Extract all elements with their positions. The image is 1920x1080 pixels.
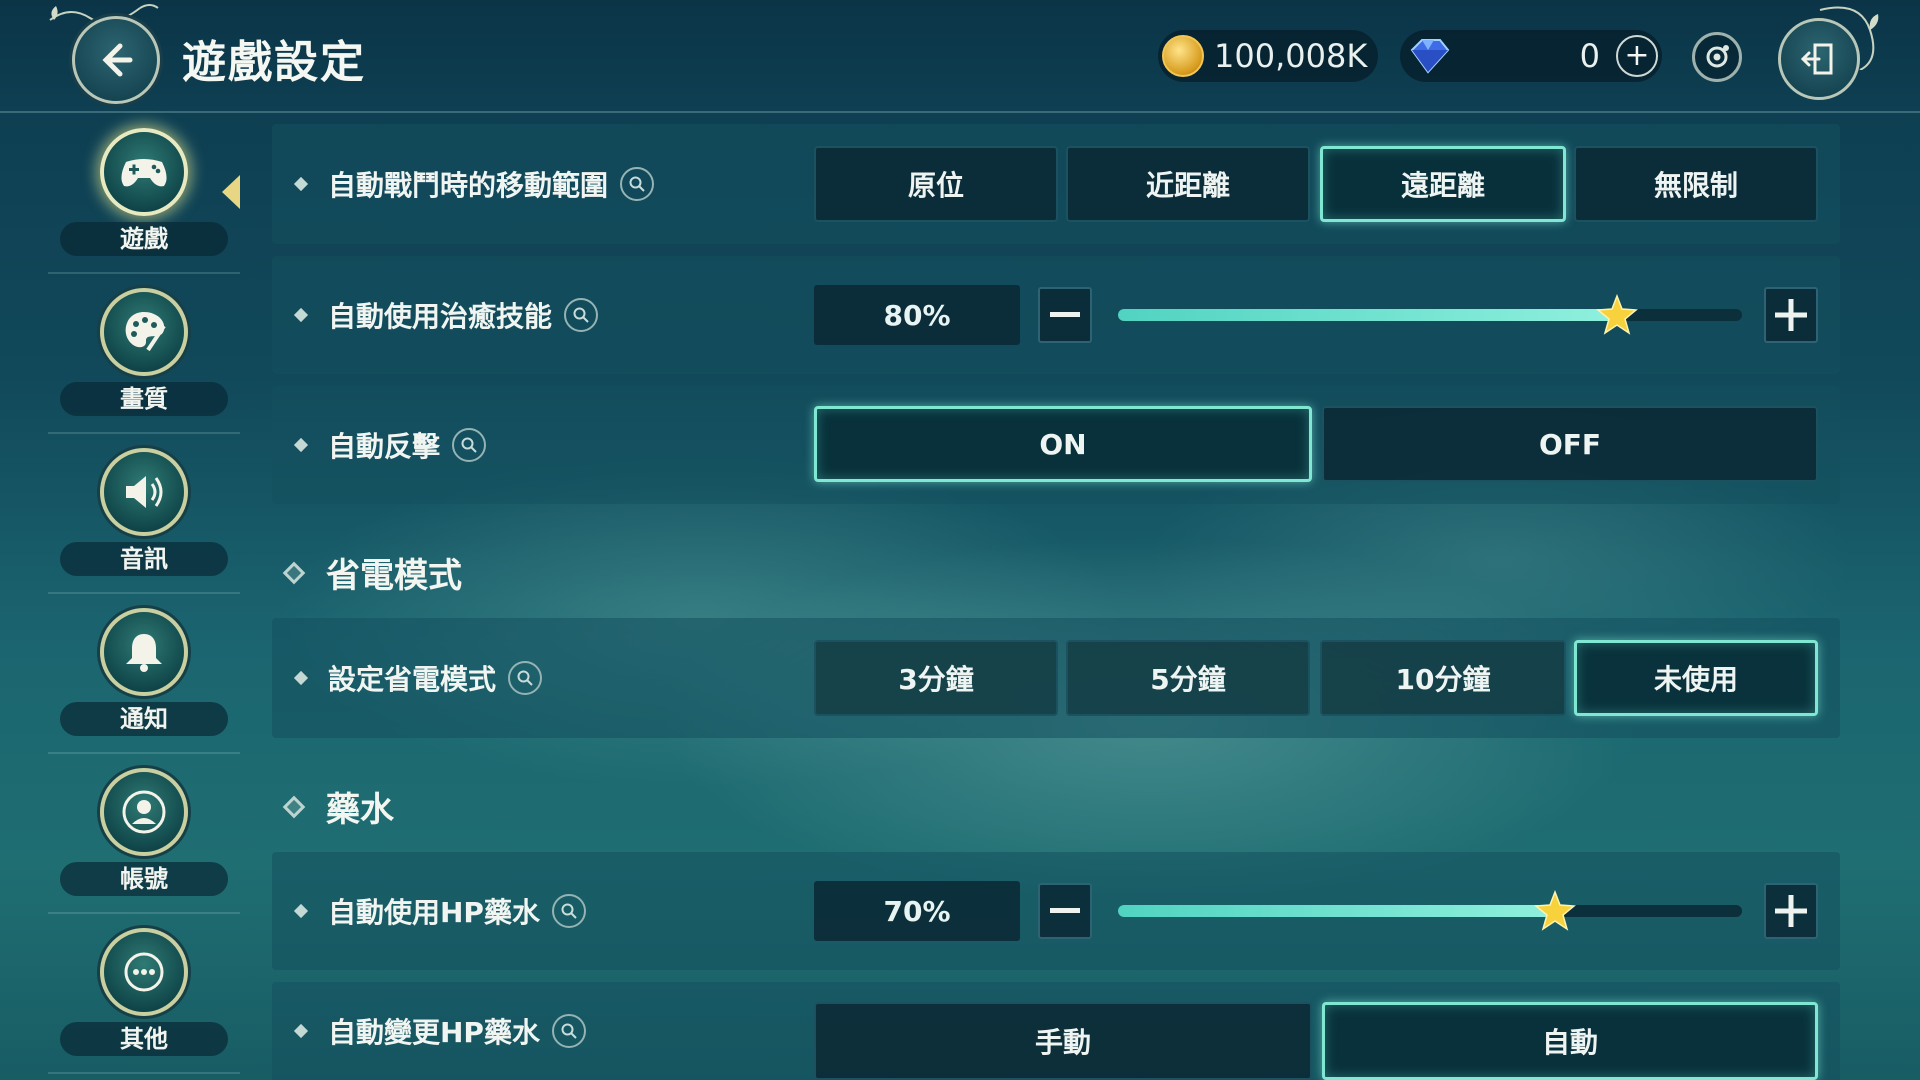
magnifier-info-icon[interactable] <box>452 428 487 462</box>
gem-amount: 0 <box>1579 37 1600 75</box>
option-near[interactable]: 近距離 <box>1066 146 1310 222</box>
setting-label: 自動戰鬥時的移動範圍 <box>328 169 609 202</box>
magnifier-info-icon[interactable] <box>551 1014 586 1048</box>
back-arrow-icon <box>102 43 133 77</box>
option-5min[interactable]: 5分鐘 <box>1066 640 1310 716</box>
plus-icon <box>1775 895 1807 927</box>
hp-value: 70% <box>814 881 1020 941</box>
setting-row-auto-heal: 自動使用治癒技能 80% <box>272 256 1840 374</box>
magnifier-info-icon[interactable] <box>564 298 599 332</box>
heal-slider-star-handle-icon[interactable] <box>1596 294 1639 336</box>
setting-row-auto-hp: 自動使用HP藥水 70% <box>272 852 1840 970</box>
sidebar-item-label: 畫質 <box>60 382 228 416</box>
sidebar: 遊戲 畫質 音訊 通知 帳號 其他 <box>48 112 240 1080</box>
more-icon <box>100 928 188 1016</box>
option-far[interactable]: 遠距離 <box>1320 146 1566 222</box>
option-10min[interactable]: 10分鐘 <box>1320 640 1566 716</box>
bullet-diamond-icon <box>293 307 309 323</box>
setting-label: 設定省電模式 <box>328 663 497 696</box>
vine-ornament-right-icon <box>1819 6 1879 70</box>
hp-increase-button[interactable] <box>1764 883 1818 939</box>
plus-icon <box>1775 299 1807 331</box>
section-title: 藥水 <box>326 790 394 830</box>
settings-gear-button[interactable] <box>1692 32 1742 82</box>
hp-slider-fill <box>1118 905 1555 917</box>
option-on[interactable]: ON <box>814 406 1312 482</box>
gear-icon <box>1706 45 1729 68</box>
heal-decrease-button[interactable] <box>1038 287 1092 343</box>
option-manual[interactable]: 手動 <box>814 1002 1312 1080</box>
bullet-diamond-icon <box>293 437 309 453</box>
bullet-diamond-icon <box>293 176 309 192</box>
setting-row-change-hp: 自動變更HP藥水 手動 自動 <box>272 982 1840 1080</box>
option-unused[interactable]: 未使用 <box>1574 640 1818 716</box>
heal-value: 80% <box>814 285 1020 345</box>
setting-label: 自動使用治癒技能 <box>328 300 553 333</box>
section-diamond-icon <box>282 795 306 818</box>
active-tab-pointer-icon <box>222 175 240 209</box>
gamepad-icon <box>100 128 188 216</box>
setting-label: 自動變更HP藥水 <box>328 1016 540 1049</box>
option-auto[interactable]: 自動 <box>1322 1002 1818 1080</box>
sidebar-item-label: 其他 <box>60 1022 228 1056</box>
setting-row-power-mode: 設定省電模式 3分鐘 5分鐘 10分鐘 未使用 <box>272 618 1840 738</box>
magnifier-info-icon[interactable] <box>551 894 586 928</box>
setting-row-counter: 自動反擊 ON OFF <box>272 386 1840 504</box>
sidebar-item-game[interactable]: 遊戲 <box>48 112 240 274</box>
user-icon <box>100 768 188 856</box>
top-bar: 遊戲設定 100,008K 0 + <box>0 0 1920 113</box>
hp-decrease-button[interactable] <box>1038 883 1092 939</box>
sidebar-item-notification[interactable]: 通知 <box>48 592 240 754</box>
sidebar-item-graphics[interactable]: 畫質 <box>48 272 240 434</box>
sidebar-item-label: 帳號 <box>60 862 228 896</box>
gem-currency: 0 + <box>1400 30 1662 82</box>
minus-icon <box>1050 312 1080 317</box>
sidebar-item-other[interactable]: 其他 <box>48 912 240 1074</box>
sidebar-item-audio[interactable]: 音訊 <box>48 432 240 594</box>
bullet-diamond-icon <box>293 670 309 686</box>
back-button[interactable] <box>72 16 160 104</box>
section-title: 省電模式 <box>326 556 462 596</box>
minus-icon <box>1050 908 1080 913</box>
gold-currency: 100,008K <box>1158 30 1378 82</box>
bullet-diamond-icon <box>293 903 309 919</box>
hp-slider-track[interactable] <box>1118 905 1742 917</box>
section-diamond-icon <box>282 561 306 584</box>
section-power-saving: 省電模式 <box>282 548 462 597</box>
magnifier-info-icon[interactable] <box>508 661 543 695</box>
sidebar-item-label: 通知 <box>60 702 228 736</box>
gold-coin-icon <box>1162 35 1204 77</box>
sidebar-item-account[interactable]: 帳號 <box>48 752 240 914</box>
palette-icon <box>100 288 188 376</box>
heal-slider-fill <box>1118 309 1618 321</box>
page-title: 遊戲設定 <box>182 37 366 88</box>
magnifier-info-icon[interactable] <box>620 167 655 201</box>
option-off[interactable]: OFF <box>1322 406 1818 482</box>
option-origin[interactable]: 原位 <box>814 146 1058 222</box>
option-unlimited[interactable]: 無限制 <box>1574 146 1818 222</box>
bullet-diamond-icon <box>293 1023 309 1039</box>
gold-amount: 100,008K <box>1214 37 1368 75</box>
speaker-icon <box>100 448 188 536</box>
setting-label: 自動使用HP藥水 <box>328 896 540 929</box>
blue-gem-icon <box>1410 39 1450 74</box>
add-gems-button[interactable]: + <box>1616 35 1658 77</box>
heal-increase-button[interactable] <box>1764 287 1818 343</box>
section-potion: 藥水 <box>282 782 394 831</box>
sidebar-item-label: 遊戲 <box>60 222 228 256</box>
setting-label: 自動反擊 <box>328 430 441 463</box>
heal-slider-track[interactable] <box>1118 309 1742 321</box>
sidebar-item-label: 音訊 <box>60 542 228 576</box>
bell-icon <box>100 608 188 696</box>
plus-icon: + <box>1624 38 1650 73</box>
setting-row-move-range: 自動戰鬥時的移動範圍 原位 近距離 遠距離 無限制 <box>272 124 1840 244</box>
hp-slider-star-handle-icon[interactable] <box>1533 890 1576 932</box>
option-3min[interactable]: 3分鐘 <box>814 640 1058 716</box>
